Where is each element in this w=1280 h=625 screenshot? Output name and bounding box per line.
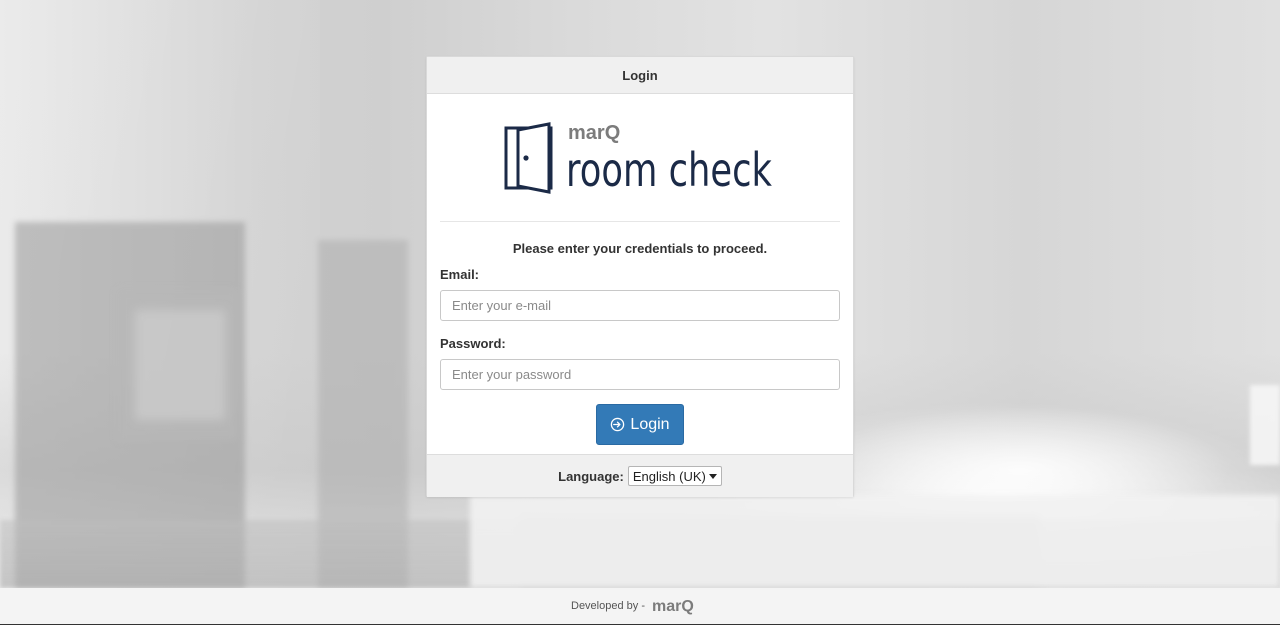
marq-footer-logo: marQ xyxy=(652,598,694,615)
password-label: Password: xyxy=(440,336,506,351)
email-field[interactable] xyxy=(440,290,840,321)
page-footer: Developed by - marQ xyxy=(0,588,1280,625)
language-selected-value: English (UK) xyxy=(632,468,706,484)
language-label: Language: xyxy=(558,468,624,484)
email-label: Email: xyxy=(440,267,480,282)
language-select[interactable]: English (UK) xyxy=(627,466,722,486)
login-panel-header: Login xyxy=(427,57,853,94)
login-button[interactable]: Login xyxy=(596,404,684,445)
developed-by-text: Developed by - xyxy=(571,600,645,612)
login-panel-title: Login xyxy=(622,67,658,83)
login-panel: Login marQ room check Please enter your … xyxy=(426,56,854,497)
password-field[interactable] xyxy=(440,359,840,390)
login-icon xyxy=(611,417,625,432)
login-button-label: Login xyxy=(630,415,670,433)
room-check-logo: marQ room check xyxy=(504,122,772,195)
logo-brand-large: room check xyxy=(566,143,772,195)
footer-brand: marQ xyxy=(652,598,694,615)
language-bar: Language: English (UK) xyxy=(427,454,853,497)
logo-area: marQ room check xyxy=(440,94,840,222)
intro-text: Please enter your credentials to proceed… xyxy=(512,241,768,256)
chevron-down-icon xyxy=(708,474,717,479)
logo-brand-small: marQ xyxy=(568,122,620,144)
